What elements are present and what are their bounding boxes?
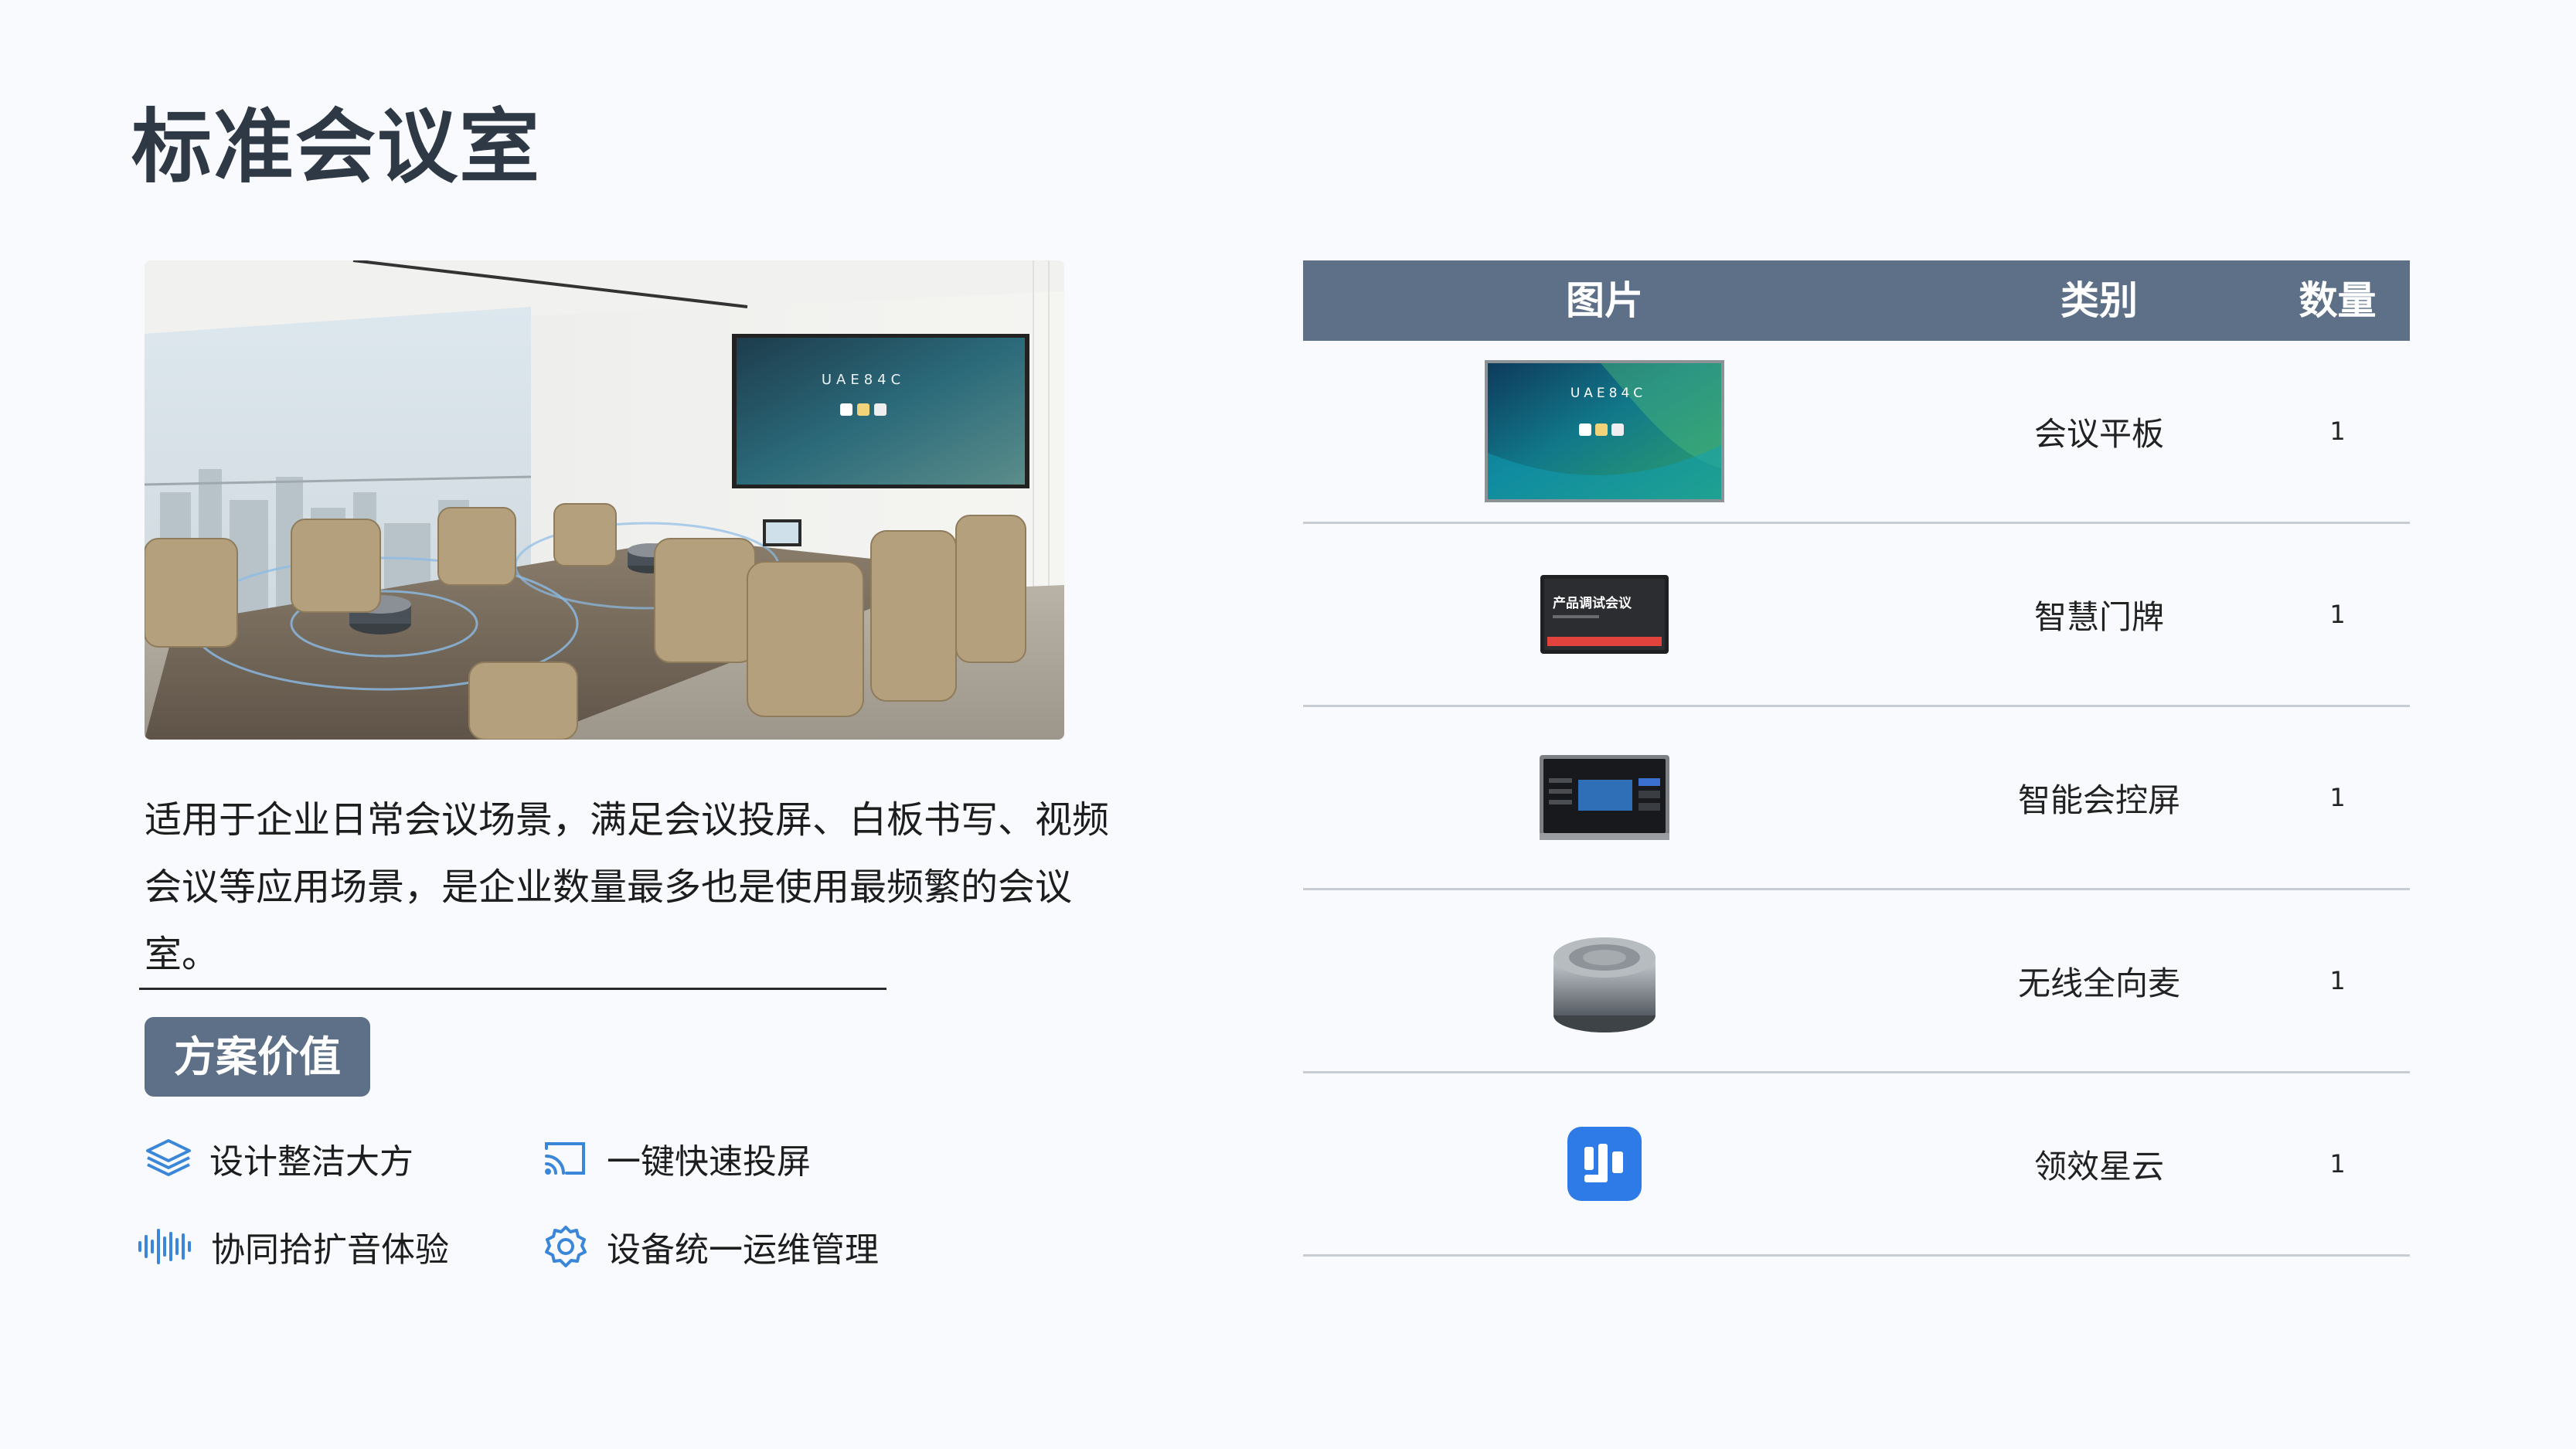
table-row: 无线全向麦 1	[1303, 890, 2410, 1073]
category-cell: 智能会控屏	[2017, 781, 2180, 819]
app-logo-image	[1303, 1073, 1906, 1254]
equipment-table: 图片 类别 数量 UAE84C 会议平板 1 产品调试会议 智慧门牌 1 智能会…	[1303, 260, 2410, 1257]
quantity-cell: 1	[2329, 600, 2346, 629]
meeting-panel-image: UAE84C	[1303, 341, 1906, 522]
feature-label: 一键快速投屏	[607, 1142, 811, 1182]
door-sign-meeting-text: 产品调试会议	[1553, 595, 1632, 611]
cast-icon	[539, 1131, 593, 1185]
category-cell: 无线全向麦	[2017, 964, 2180, 1002]
door-sign-image: 产品调试会议	[1303, 524, 1906, 705]
scenario-description: 适用于企业日常会议场景，满足会议投屏、白板书写、视频会议等应用场景，是企业数量最…	[145, 798, 1110, 976]
page-title: 标准会议室	[131, 100, 542, 194]
tv-brand-text: UAE84C	[822, 372, 905, 388]
category-cell: 领效星云	[2033, 1147, 2164, 1185]
panel-brand-text: UAE84C	[1570, 386, 1646, 401]
quantity-cell: 1	[2329, 783, 2346, 812]
table-row: 领效星云 1	[1303, 1073, 2410, 1257]
layers-icon	[141, 1131, 196, 1185]
table-row: UAE84C 会议平板 1	[1303, 341, 2410, 524]
table-row: 智能会控屏 1	[1303, 707, 2410, 890]
feature-unified-ops: 设备统一运维管理	[539, 1219, 879, 1274]
solution-value-badge: 方案价值	[145, 1017, 370, 1097]
description-divider	[139, 988, 886, 990]
sound-wave-icon	[135, 1219, 197, 1274]
quantity-cell: 1	[2329, 417, 2346, 446]
feature-label: 设备统一运维管理	[607, 1230, 879, 1270]
control-screen-image	[1303, 707, 1906, 888]
header-category: 类别	[2060, 278, 2138, 323]
feature-collab-audio: 协同拾扩音体验	[135, 1219, 449, 1274]
category-cell: 会议平板	[2033, 414, 2164, 453]
feature-one-key-cast: 一键快速投屏	[539, 1131, 811, 1185]
feature-clean-design: 设计整洁大方	[141, 1131, 413, 1185]
gear-icon	[539, 1219, 593, 1274]
feature-label: 协同拾扩音体验	[211, 1230, 449, 1270]
header-image: 图片	[1566, 278, 1643, 323]
table-header: 图片 类别 数量	[1303, 260, 2410, 341]
category-cell: 智慧门牌	[2033, 597, 2164, 636]
table-row: 产品调试会议 智慧门牌 1	[1303, 524, 2410, 707]
quantity-cell: 1	[2329, 1149, 2346, 1179]
header-quantity: 数量	[2299, 278, 2377, 323]
meeting-room-photo: UAE84C	[145, 260, 1064, 740]
feature-label: 设计整洁大方	[209, 1142, 413, 1182]
omni-mic-image	[1303, 890, 1906, 1071]
quantity-cell: 1	[2329, 966, 2346, 995]
